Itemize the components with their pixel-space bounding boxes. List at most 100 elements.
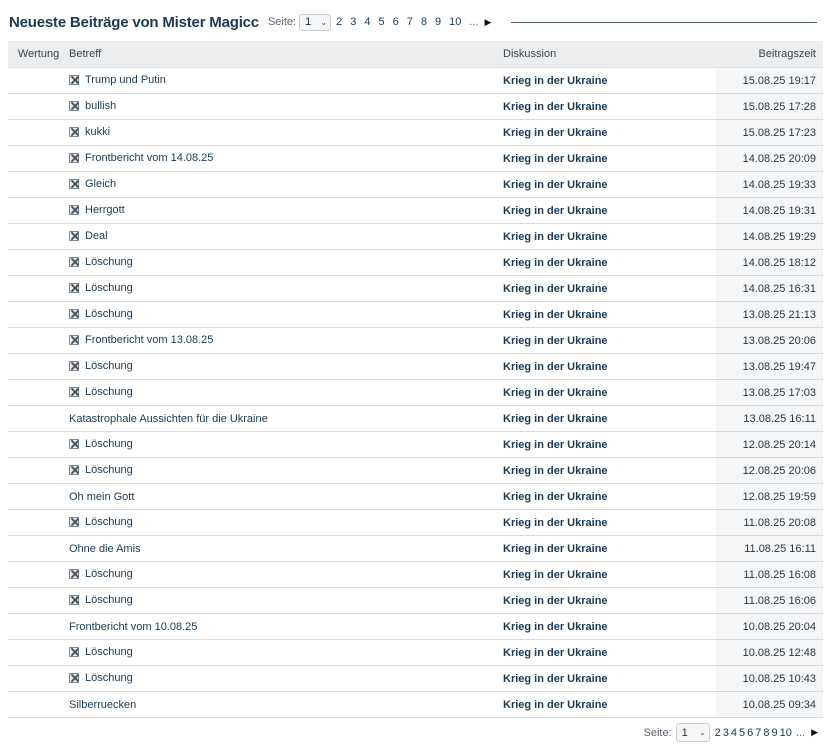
discussion-link[interactable]: Krieg in der Ukraine: [503, 595, 608, 607]
post-subject-link[interactable]: Löschung: [85, 568, 133, 580]
discussion-link[interactable]: Krieg in der Ukraine: [503, 101, 608, 113]
page-link[interactable]: 3: [350, 16, 356, 28]
post-subject-link[interactable]: Frontbericht vom 10.08.25: [69, 621, 197, 633]
table-row: Löschung Krieg in der Ukraine 13.08.25 17:…: [8, 379, 823, 406]
page-link[interactable]: 9: [435, 16, 441, 28]
post-subject-link[interactable]: kukki: [85, 126, 110, 138]
discussion-link[interactable]: Krieg in der Ukraine: [503, 569, 608, 581]
post-subject-link[interactable]: Frontbericht vom 13.08.25: [85, 334, 213, 346]
next-page-icon[interactable]: ▶: [811, 727, 818, 738]
discussion-link[interactable]: Krieg in der Ukraine: [503, 75, 608, 87]
discussion-link[interactable]: Krieg in der Ukraine: [503, 621, 608, 633]
discussion-cell: Krieg in der Ukraine: [503, 431, 716, 458]
post-subject-link[interactable]: Löschung: [85, 516, 133, 528]
rating-cell: [8, 587, 69, 614]
discussion-link[interactable]: Krieg in der Ukraine: [503, 205, 608, 217]
page-link[interactable]: 10: [449, 16, 461, 28]
post-subject-link[interactable]: Löschung: [85, 386, 133, 398]
chevron-down-icon: ⌄: [698, 728, 706, 737]
discussion-link[interactable]: Krieg in der Ukraine: [503, 153, 608, 165]
post-subject-link[interactable]: Silberruecken: [69, 699, 136, 711]
deleted-x-icon: [69, 100, 79, 111]
post-subject-link[interactable]: Löschung: [85, 360, 133, 372]
page-link[interactable]: 7: [407, 16, 413, 28]
page-link[interactable]: 5: [739, 727, 745, 739]
discussion-link[interactable]: Krieg in der Ukraine: [503, 491, 608, 503]
table-row: Deal Krieg in der Ukraine 14.08.25 19:29: [8, 223, 823, 250]
page-link[interactable]: 2: [715, 727, 721, 739]
post-subject-link[interactable]: Löschung: [85, 282, 133, 294]
page-link[interactable]: 2: [336, 16, 342, 28]
post-subject-link[interactable]: Trump und Putin: [85, 74, 166, 86]
post-time: 13.08.25 20:06: [716, 327, 823, 354]
post-subject-link[interactable]: Frontbericht vom 14.08.25: [85, 152, 213, 164]
discussion-link[interactable]: Krieg in der Ukraine: [503, 309, 608, 321]
discussion-link[interactable]: Krieg in der Ukraine: [503, 387, 608, 399]
discussion-cell: Krieg in der Ukraine: [503, 119, 716, 146]
post-subject-link[interactable]: Löschung: [85, 594, 133, 606]
page-select[interactable]: 1 ⌄: [675, 723, 710, 742]
discussion-link[interactable]: Krieg in der Ukraine: [503, 673, 608, 685]
rating-cell: [8, 431, 69, 458]
column-header-subject[interactable]: Betreff: [69, 41, 503, 68]
discussion-link[interactable]: Krieg in der Ukraine: [503, 465, 608, 477]
column-header-discussion[interactable]: Diskussion: [503, 41, 716, 68]
page-link[interactable]: 3: [723, 727, 729, 739]
post-subject-link[interactable]: Deal: [85, 230, 108, 242]
deleted-x-icon: [69, 152, 79, 163]
discussion-link[interactable]: Krieg in der Ukraine: [503, 335, 608, 347]
discussion-link[interactable]: Krieg in der Ukraine: [503, 231, 608, 243]
posts-table: Wertung Betreff Diskussion Beitragszeit …: [8, 41, 823, 718]
deleted-x-icon: [69, 334, 79, 345]
discussion-link[interactable]: Krieg in der Ukraine: [503, 699, 608, 711]
discussion-link[interactable]: Krieg in der Ukraine: [503, 517, 608, 529]
header-divider: [511, 21, 817, 23]
post-time: 13.08.25 19:47: [716, 353, 823, 380]
page-link[interactable]: 8: [763, 727, 769, 739]
page-link[interactable]: 7: [755, 727, 761, 739]
post-subject-link[interactable]: Löschung: [85, 308, 133, 320]
page-link[interactable]: 4: [731, 727, 737, 739]
discussion-cell: Krieg in der Ukraine: [503, 613, 716, 640]
page-link[interactable]: 5: [378, 16, 384, 28]
page-select[interactable]: 1 ⌄: [299, 13, 332, 31]
next-page-icon[interactable]: ▶: [485, 17, 492, 28]
discussion-link[interactable]: Krieg in der Ukraine: [503, 179, 608, 191]
post-subject-link[interactable]: Löschung: [85, 464, 133, 476]
post-subject-link[interactable]: Löschung: [85, 672, 133, 684]
post-time: 15.08.25 19:17: [716, 67, 823, 94]
discussion-link[interactable]: Krieg in der Ukraine: [503, 543, 608, 555]
post-subject-link[interactable]: Löschung: [85, 256, 133, 268]
page-link[interactable]: 8: [421, 16, 427, 28]
post-subject-link[interactable]: Löschung: [85, 646, 133, 658]
top-pager: Seite: 1 ⌄ 2 3 4 5 6 7 8 9 10 ... ▶: [268, 13, 492, 31]
deleted-x-icon: [69, 204, 79, 215]
discussion-link[interactable]: Krieg in der Ukraine: [503, 413, 608, 425]
page-link[interactable]: 4: [364, 16, 370, 28]
discussion-cell: Krieg in der Ukraine: [503, 561, 716, 588]
discussion-link[interactable]: Krieg in der Ukraine: [503, 257, 608, 269]
discussion-link[interactable]: Krieg in der Ukraine: [503, 127, 608, 139]
deleted-x-icon: [69, 516, 79, 527]
post-subject-link[interactable]: bullish: [85, 100, 116, 112]
post-subject-link[interactable]: Löschung: [85, 438, 133, 450]
post-subject-link[interactable]: Herrgott: [85, 204, 125, 216]
page-link[interactable]: 6: [393, 16, 399, 28]
discussion-cell: Krieg in der Ukraine: [503, 327, 716, 354]
discussion-link[interactable]: Krieg in der Ukraine: [503, 439, 608, 451]
discussion-link[interactable]: Krieg in der Ukraine: [503, 283, 608, 295]
page-link[interactable]: 10: [780, 727, 792, 739]
table-row: Frontbericht vom 14.08.25 Krieg in der Uk…: [8, 145, 823, 172]
post-subject-link[interactable]: Gleich: [85, 178, 116, 190]
page-link[interactable]: 6: [747, 727, 753, 739]
post-subject-link[interactable]: Oh mein Gott: [69, 491, 134, 503]
page-link[interactable]: 9: [772, 727, 778, 739]
rating-cell: [8, 665, 69, 692]
discussion-cell: Krieg in der Ukraine: [503, 171, 716, 198]
column-header-rating[interactable]: Wertung: [8, 41, 69, 68]
post-subject-link[interactable]: Ohne die Amis: [69, 543, 141, 555]
discussion-link[interactable]: Krieg in der Ukraine: [503, 647, 608, 659]
post-subject-link[interactable]: Katastrophale Aussichten für die Ukraine: [69, 413, 268, 425]
discussion-link[interactable]: Krieg in der Ukraine: [503, 361, 608, 373]
column-header-time[interactable]: Beitragszeit: [716, 41, 823, 68]
